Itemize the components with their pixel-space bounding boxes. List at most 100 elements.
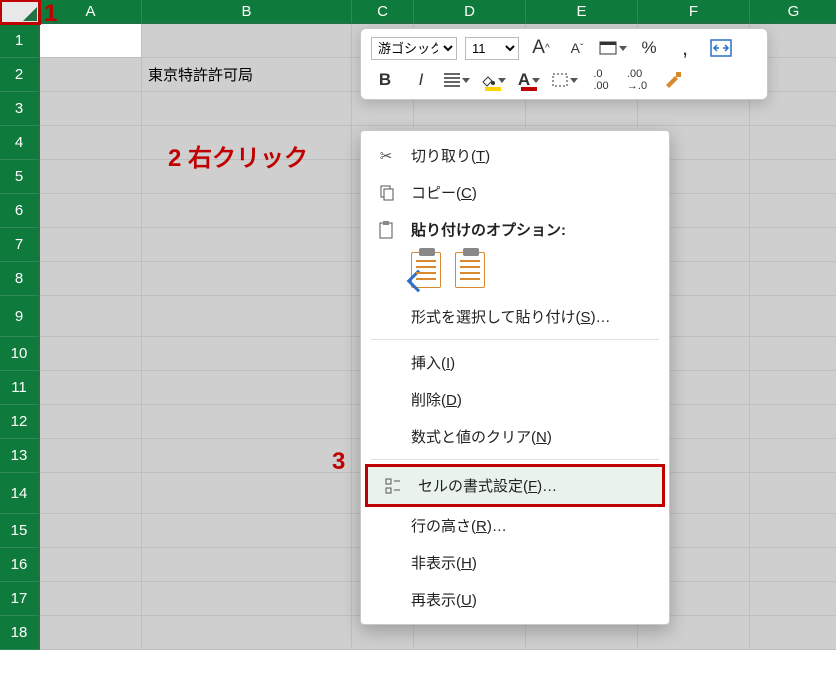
cell-B3[interactable]: [142, 92, 352, 126]
row-header-5[interactable]: 5: [0, 160, 40, 194]
col-header-D[interactable]: D: [414, 0, 526, 24]
row-header-4[interactable]: 4: [0, 126, 40, 160]
cell-A18[interactable]: [40, 616, 142, 650]
row-header-9[interactable]: 9: [0, 296, 40, 337]
decrease-decimal-button[interactable]: .00→.0: [623, 67, 651, 93]
decrease-font-button[interactable]: Aˇ: [563, 35, 591, 61]
row-header-6[interactable]: 6: [0, 194, 40, 228]
ctx-clear[interactable]: 数式と値のクリア(N): [361, 418, 669, 455]
cell-G15[interactable]: [750, 514, 836, 548]
cell-A10[interactable]: [40, 337, 142, 371]
font-size-select[interactable]: 11: [465, 37, 519, 60]
row-header-2[interactable]: 2: [0, 58, 40, 92]
cell-A3[interactable]: [40, 92, 142, 126]
cell-G7[interactable]: [750, 228, 836, 262]
row-header-13[interactable]: 13: [0, 439, 40, 473]
col-header-G[interactable]: G: [750, 0, 836, 24]
increase-decimal-button[interactable]: .0.00: [587, 67, 615, 93]
accounting-format-button[interactable]: [599, 35, 627, 61]
cell-A12[interactable]: [40, 405, 142, 439]
cell-G12[interactable]: [750, 405, 836, 439]
cell-B9[interactable]: [142, 296, 352, 337]
row-header-12[interactable]: 12: [0, 405, 40, 439]
cell-G5[interactable]: [750, 160, 836, 194]
cell-G4[interactable]: [750, 126, 836, 160]
ctx-insert[interactable]: 挿入(I): [361, 344, 669, 381]
row-header-15[interactable]: 15: [0, 514, 40, 548]
ctx-delete[interactable]: 削除(D): [361, 381, 669, 418]
cell-A11[interactable]: [40, 371, 142, 405]
borders-button[interactable]: [551, 67, 579, 93]
row-header-16[interactable]: 16: [0, 548, 40, 582]
merge-center-button[interactable]: [707, 35, 735, 61]
align-button[interactable]: [443, 67, 471, 93]
cell-B12[interactable]: [142, 405, 352, 439]
row-header-17[interactable]: 17: [0, 582, 40, 616]
font-name-select[interactable]: 游ゴシック: [371, 37, 457, 60]
cell-A8[interactable]: [40, 262, 142, 296]
comma-button[interactable]: ,: [671, 35, 699, 61]
font-color-button[interactable]: A: [515, 67, 543, 93]
cell-A1[interactable]: [40, 24, 142, 58]
cell-G18[interactable]: [750, 616, 836, 650]
col-header-E[interactable]: E: [526, 0, 638, 24]
cell-B15[interactable]: [142, 514, 352, 548]
row-header-1[interactable]: 1: [0, 24, 40, 58]
cell-B14[interactable]: [142, 473, 352, 514]
cell-A5[interactable]: [40, 160, 142, 194]
cell-G14[interactable]: [750, 473, 836, 514]
format-painter-button[interactable]: [659, 67, 687, 93]
paste-keep-formatting-button[interactable]: [411, 252, 441, 288]
row-header-18[interactable]: 18: [0, 616, 40, 650]
cell-A15[interactable]: [40, 514, 142, 548]
cell-A7[interactable]: [40, 228, 142, 262]
row-header-10[interactable]: 10: [0, 337, 40, 371]
cell-B2[interactable]: 東京特許許可局: [142, 58, 352, 92]
cell-A6[interactable]: [40, 194, 142, 228]
cell-A13[interactable]: [40, 439, 142, 473]
cell-A9[interactable]: [40, 296, 142, 337]
cell-B1[interactable]: [142, 24, 352, 58]
select-all-cells[interactable]: [0, 0, 40, 24]
cell-A17[interactable]: [40, 582, 142, 616]
cell-B16[interactable]: [142, 548, 352, 582]
col-header-B[interactable]: B: [142, 0, 352, 24]
cell-G9[interactable]: [750, 296, 836, 337]
fill-color-button[interactable]: [479, 67, 507, 93]
cell-A2[interactable]: [40, 58, 142, 92]
ctx-unhide[interactable]: 再表示(U): [361, 581, 669, 618]
ctx-cut[interactable]: ✂ 切り取り(T): [361, 137, 669, 174]
cell-B18[interactable]: [142, 616, 352, 650]
cell-B6[interactable]: [142, 194, 352, 228]
bold-button[interactable]: B: [371, 67, 399, 93]
cell-B17[interactable]: [142, 582, 352, 616]
row-header-3[interactable]: 3: [0, 92, 40, 126]
ctx-hide[interactable]: 非表示(H): [361, 544, 669, 581]
cell-A16[interactable]: [40, 548, 142, 582]
ctx-format-cells[interactable]: セルの書式設定(F)…: [365, 464, 665, 507]
cell-B7[interactable]: [142, 228, 352, 262]
cell-G13[interactable]: [750, 439, 836, 473]
ctx-row-height[interactable]: 行の高さ(R)…: [361, 507, 669, 544]
cell-B11[interactable]: [142, 371, 352, 405]
cell-G10[interactable]: [750, 337, 836, 371]
row-header-11[interactable]: 11: [0, 371, 40, 405]
cell-G17[interactable]: [750, 582, 836, 616]
row-header-8[interactable]: 8: [0, 262, 40, 296]
cell-B13[interactable]: [142, 439, 352, 473]
increase-font-button[interactable]: A^: [527, 35, 555, 61]
italic-button[interactable]: I: [407, 67, 435, 93]
col-header-C[interactable]: C: [352, 0, 414, 24]
cell-G8[interactable]: [750, 262, 836, 296]
percent-button[interactable]: %: [635, 35, 663, 61]
cell-G11[interactable]: [750, 371, 836, 405]
col-header-F[interactable]: F: [638, 0, 750, 24]
cell-B10[interactable]: [142, 337, 352, 371]
cell-A14[interactable]: [40, 473, 142, 514]
cell-G16[interactable]: [750, 548, 836, 582]
ctx-paste-special[interactable]: 形式を選択して貼り付け(S)…: [361, 298, 669, 335]
row-header-7[interactable]: 7: [0, 228, 40, 262]
row-header-14[interactable]: 14: [0, 473, 40, 514]
paste-values-button[interactable]: [455, 252, 485, 288]
cell-A4[interactable]: [40, 126, 142, 160]
